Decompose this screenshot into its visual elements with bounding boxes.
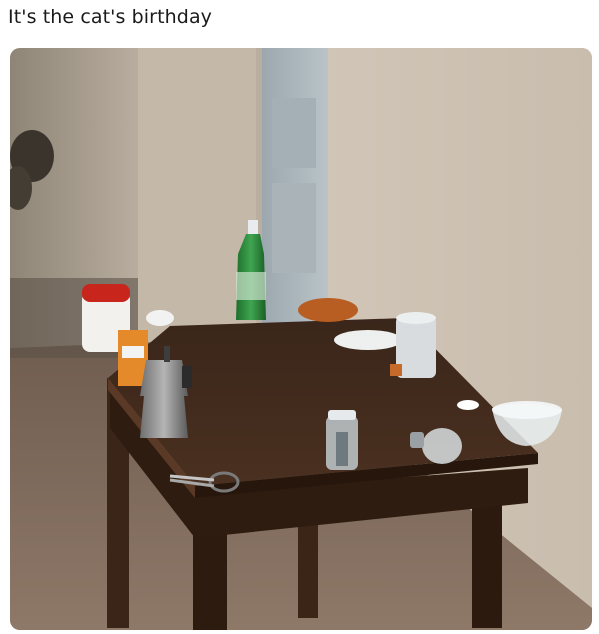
white-cap — [146, 310, 174, 326]
glass-jar — [326, 410, 358, 470]
door-panel-top — [272, 98, 316, 168]
orange-bowl — [298, 298, 358, 322]
post-caption: It's the cat's birthday — [8, 6, 213, 28]
white-plate — [334, 330, 402, 350]
post-photo — [10, 48, 592, 630]
tin-can — [390, 312, 436, 378]
photo-scene — [10, 48, 592, 630]
bottle-cap — [457, 400, 479, 410]
door-panel-bottom — [272, 183, 316, 273]
